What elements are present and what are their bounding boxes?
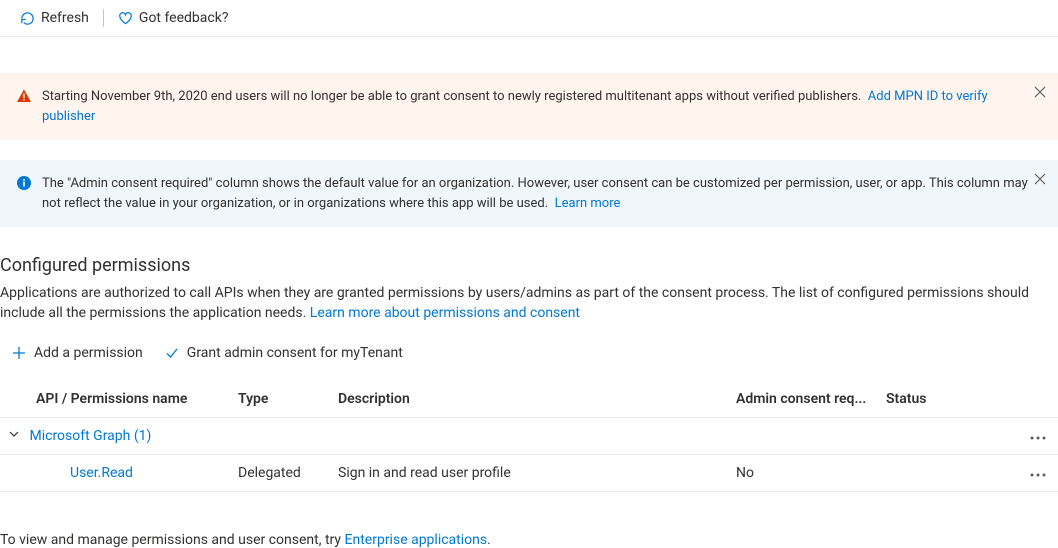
section-title: Configured permissions [0,255,1058,276]
grant-consent-label: Grant admin consent for myTenant [187,345,403,361]
warning-banner: Starting November 9th, 2020 end users wi… [0,73,1058,140]
learn-more-link[interactable]: Learn more about permissions and consent [310,305,580,321]
permission-admin: No [728,455,878,492]
add-permission-label: Add a permission [34,345,143,361]
section-description: Applications are authorized to call APIs… [0,284,1058,323]
api-group-name[interactable]: Microsoft Graph (1) [29,428,151,444]
refresh-icon [20,11,35,26]
close-icon[interactable] [1032,83,1048,107]
info-text: The "Admin consent required" column show… [42,176,1028,211]
col-header-desc[interactable]: Description [330,383,728,418]
info-icon [16,175,32,198]
toolbar-separator [103,9,104,27]
col-header-admin[interactable]: Admin consent req... [728,383,878,418]
configured-permissions-section: Configured permissions Applications are … [0,227,1058,548]
close-icon[interactable] [1032,170,1048,194]
info-link[interactable]: Learn more [555,196,621,211]
permission-desc: Sign in and read user profile [330,455,728,492]
permission-type: Delegated [230,455,330,492]
refresh-label: Refresh [41,10,89,26]
col-header-name[interactable]: API / Permissions name [0,383,230,418]
api-group-row[interactable]: Microsoft Graph (1) [0,418,1058,455]
warning-icon [16,88,32,111]
permission-actions: Add a permission Grant admin consent for… [0,341,1058,365]
feedback-label: Got feedback? [139,10,229,26]
col-header-status[interactable]: Status [878,383,1018,418]
more-icon[interactable] [1026,469,1050,481]
table-row[interactable]: User.Read Delegated Sign in and read use… [0,455,1058,492]
feedback-button[interactable]: Got feedback? [106,8,241,28]
permission-name[interactable]: User.Read [70,465,133,481]
more-icon[interactable] [1026,432,1050,444]
check-icon [165,346,179,360]
plus-icon [12,346,26,360]
add-permission-button[interactable]: Add a permission [8,341,147,365]
info-banner: The "Admin consent required" column show… [0,160,1058,227]
enterprise-apps-link[interactable]: Enterprise applications [345,532,488,548]
refresh-button[interactable]: Refresh [8,8,101,28]
permission-status [878,455,1018,492]
toolbar: Refresh Got feedback? [0,0,1058,37]
warning-text: Starting November 9th, 2020 end users wi… [42,89,861,104]
permissions-table: API / Permissions name Type Description … [0,383,1058,492]
col-header-type[interactable]: Type [230,383,330,418]
chevron-down-icon [8,428,20,440]
footer-note: To view and manage permissions and user … [0,532,1058,548]
heart-icon [118,11,133,26]
grant-consent-button[interactable]: Grant admin consent for myTenant [161,341,407,365]
